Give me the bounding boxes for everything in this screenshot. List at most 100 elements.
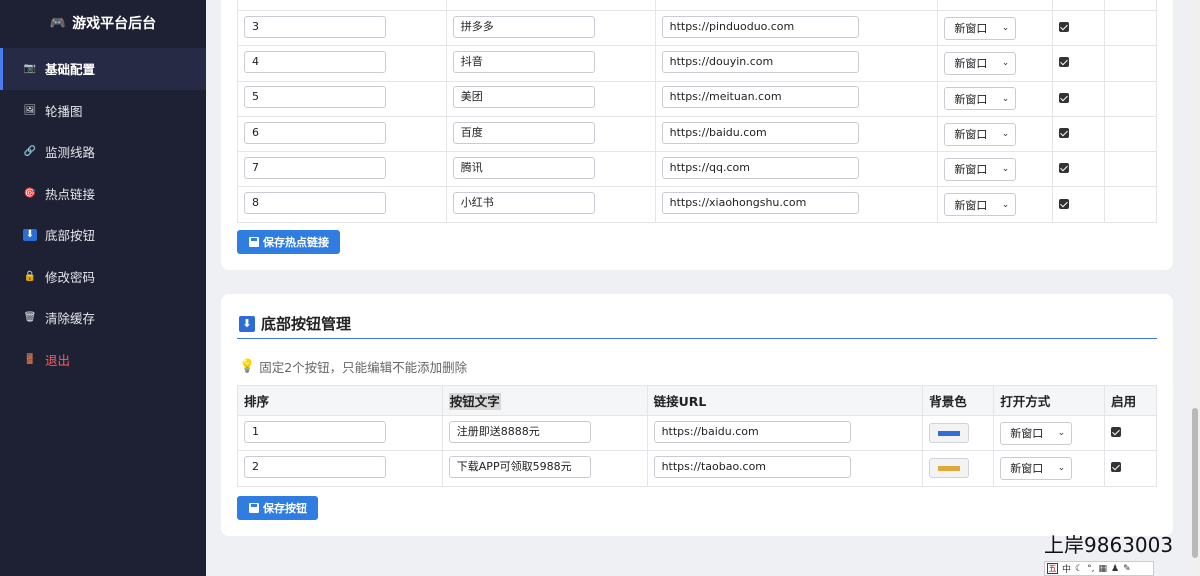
open-mode-select[interactable]: 新窗口 ⌄: [944, 157, 1017, 181]
color-picker[interactable]: [929, 423, 970, 444]
header-bg: 背景色: [922, 385, 995, 416]
enabled-cell: [1052, 151, 1106, 188]
enabled-checkbox[interactable]: [1059, 22, 1070, 33]
order-input[interactable]: 1: [244, 420, 386, 443]
sidebar-item-clear-cache[interactable]: 🗑 清除缓存: [0, 297, 206, 339]
sidebar-item-bottom-buttons[interactable]: ⬇ 底部按钮: [0, 214, 206, 256]
url-cell: https://xiaohongshu.com: [654, 186, 939, 223]
url-input[interactable]: https://qq.com: [661, 156, 859, 179]
order-input[interactable]: 4: [244, 50, 386, 73]
enabled-cell: [1052, 45, 1106, 82]
url-cell: https://pinduoduo.com: [654, 9, 939, 47]
url-input[interactable]: https://baidu.com: [661, 121, 859, 144]
table-header-row: 排序 按钮文字 链接URL 背景色 打开方式 启用: [237, 385, 1157, 416]
url-input[interactable]: https://xiaohongshu.com: [661, 192, 859, 215]
sidebar-item-change-password[interactable]: 🔒 修改密码: [0, 256, 206, 298]
enabled-checkbox[interactable]: [1059, 163, 1070, 174]
button-text-input[interactable]: 注册即送8888元: [448, 420, 591, 443]
url-input[interactable]: https://meituan.com: [661, 86, 859, 109]
order-input[interactable]: 6: [244, 121, 386, 144]
hint-label: 固定2个按钮，只能编辑不能添加删除: [259, 360, 468, 375]
table-row: [237, 0, 1157, 11]
order-cell: 8: [237, 186, 447, 223]
table-row: 4 抖音 https://douyin.com 新窗口 ⌄: [237, 45, 1157, 82]
order-cell: 7: [237, 151, 447, 188]
open-mode-value: 新窗口: [954, 22, 988, 36]
open-mode-select[interactable]: 新窗口 ⌄: [944, 193, 1017, 217]
open-cell: 新窗口 ⌄: [993, 450, 1106, 487]
header-url: 链接URL: [646, 385, 924, 416]
name-input[interactable]: 抖音: [452, 50, 595, 73]
enabled-checkbox[interactable]: [1059, 57, 1070, 68]
name-input[interactable]: 腾讯: [452, 156, 595, 179]
bg-cell: [922, 414, 995, 452]
sidebar-item-basic-config[interactable]: 📷 基础配置: [0, 48, 206, 90]
order-input[interactable]: 8: [244, 192, 386, 215]
open-mode-select[interactable]: 新窗口 ⌄: [944, 122, 1017, 146]
text-cell: 下载APP可领取5988元: [441, 450, 648, 487]
order-input[interactable]: 7: [244, 156, 386, 179]
url-input[interactable]: https://baidu.com: [653, 420, 851, 443]
bg-cell: [922, 450, 995, 487]
scrollbar-thumb[interactable]: [1192, 408, 1198, 558]
header-open: 打开方式: [993, 385, 1106, 416]
button-text-input[interactable]: 下载APP可领取5988元: [448, 455, 591, 478]
sidebar-item-label: 基础配置: [45, 62, 96, 78]
open-mode-value: 新窗口: [954, 128, 988, 142]
open-cell: 新窗口 ⌄: [937, 45, 1054, 82]
moon-icon[interactable]: ☾: [1075, 564, 1083, 574]
name-cell: 腾讯: [445, 151, 656, 188]
url-input[interactable]: https://taobao.com: [653, 455, 851, 478]
sidebar-item-label: 底部按钮: [45, 228, 96, 244]
title-divider: [237, 338, 1157, 339]
open-mode-select[interactable]: 新窗口 ⌄: [944, 16, 1017, 40]
sidebar-item-hot-links[interactable]: 🎯 热点链接: [0, 173, 206, 215]
row-cell: [654, 0, 939, 11]
keyboard-icon[interactable]: ▦: [1098, 564, 1107, 574]
row-cell: [237, 0, 447, 11]
user-icon[interactable]: ♟: [1111, 564, 1119, 574]
page-scrollbar[interactable]: [1190, 0, 1200, 576]
name-input[interactable]: 百度: [452, 121, 595, 144]
enabled-checkbox[interactable]: [1059, 128, 1070, 139]
order-input[interactable]: 3: [244, 15, 386, 38]
enabled-checkbox[interactable]: [1059, 92, 1070, 103]
color-picker[interactable]: [929, 458, 970, 479]
name-input[interactable]: 美团: [452, 86, 595, 109]
row-cell: [445, 0, 656, 11]
order-input[interactable]: 2: [244, 455, 386, 478]
url-input[interactable]: https://pinduoduo.com: [661, 15, 859, 38]
order-input[interactable]: 5: [244, 86, 386, 109]
wrench-icon[interactable]: ✎: [1123, 564, 1131, 574]
ime-mode[interactable]: 中: [1062, 562, 1071, 575]
url-input[interactable]: https://douyin.com: [661, 50, 859, 73]
enabled-checkbox[interactable]: [1059, 198, 1070, 209]
text-cell: 注册即送8888元: [441, 414, 648, 452]
open-mode-select[interactable]: 新窗口 ⌄: [944, 87, 1017, 111]
name-input[interactable]: 拼多多: [452, 15, 595, 38]
open-mode-select[interactable]: 新窗口 ⌄: [1000, 456, 1073, 480]
enabled-checkbox[interactable]: [1111, 427, 1122, 438]
sidebar-item-monitor-lines[interactable]: 🔗 监测线路: [0, 131, 206, 173]
ime-toolbar[interactable]: 五 中 ☾ °, ▦ ♟ ✎: [1044, 561, 1154, 576]
enabled-cell: [1052, 9, 1106, 47]
ime-logo-icon: 五: [1047, 563, 1058, 574]
open-mode-select[interactable]: 新窗口 ⌄: [944, 51, 1017, 75]
open-cell: 新窗口 ⌄: [993, 414, 1106, 452]
enabled-checkbox[interactable]: [1111, 462, 1122, 473]
down-arrow-icon: ⬇: [23, 228, 37, 241]
enabled-cell: [1104, 414, 1157, 452]
open-mode-value: 新窗口: [954, 163, 988, 177]
order-cell: 3: [237, 9, 447, 47]
sidebar-item-carousel[interactable]: 🖼 轮播图: [0, 90, 206, 132]
sidebar-item-logout[interactable]: 🚪 退出: [0, 339, 206, 381]
save-buttons-button[interactable]: 保存按钮: [237, 496, 318, 520]
sidebar: 🎮 游戏平台后台 📷 基础配置 🖼 轮播图 🔗 监测线路 🎯 热点链接 ⬇ 底部…: [0, 0, 206, 576]
open-cell: 新窗口 ⌄: [937, 9, 1054, 47]
save-hot-links-button[interactable]: 保存热点链接: [237, 230, 340, 254]
punctuation-icon[interactable]: °,: [1087, 564, 1094, 574]
down-arrow-icon: ⬇: [239, 315, 255, 332]
url-cell: https://qq.com: [654, 151, 939, 188]
open-mode-select[interactable]: 新窗口 ⌄: [1000, 421, 1073, 445]
name-input[interactable]: 小红书: [452, 192, 595, 215]
